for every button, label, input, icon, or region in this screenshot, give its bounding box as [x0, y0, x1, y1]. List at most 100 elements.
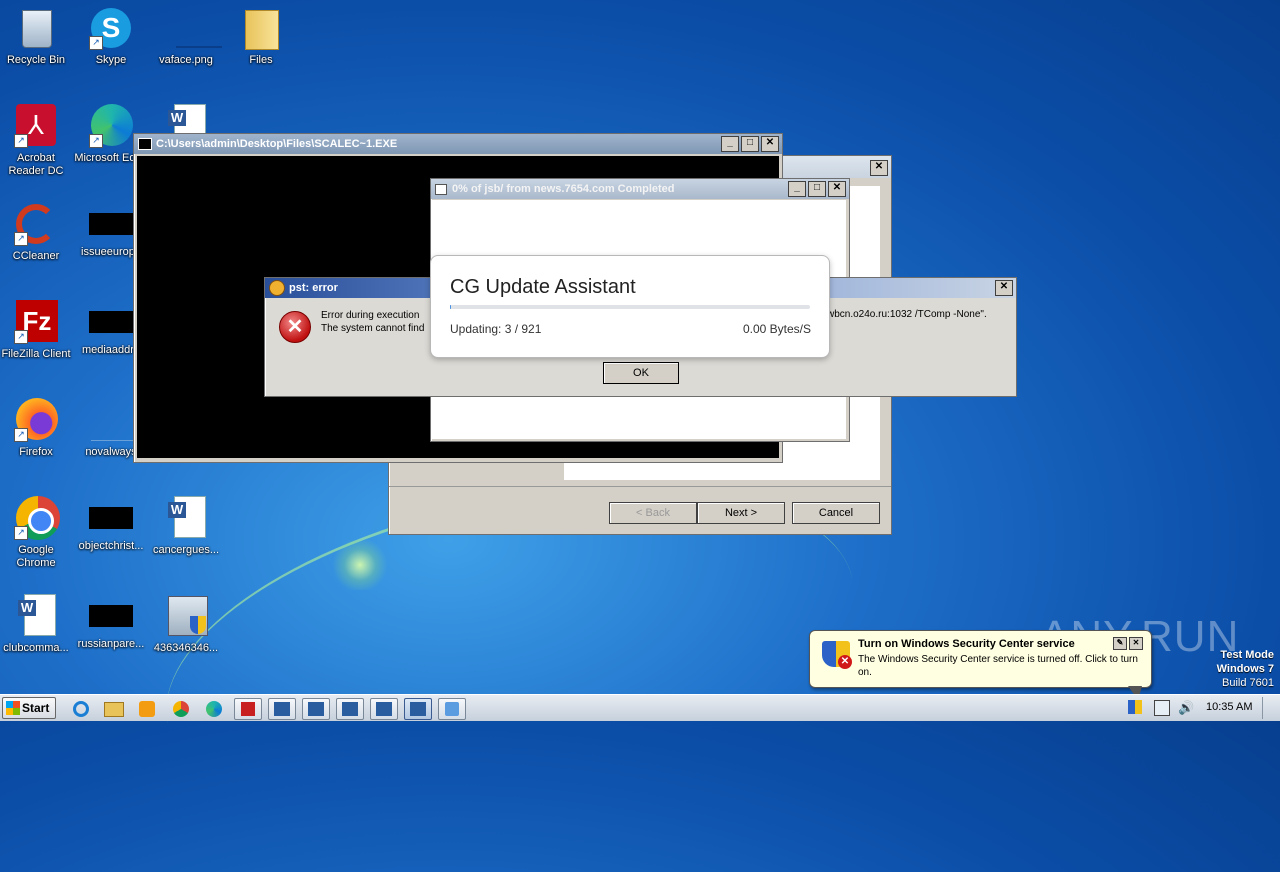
error-line-1: Error during execution [321, 310, 420, 321]
download-title: 0% of jsb/ from news.7654.com Completed [452, 183, 675, 195]
desktop-icon-clubcomma[interactable]: W clubcomma... [0, 594, 74, 655]
desktop-icon-label: novalways [85, 446, 137, 458]
explorer-icon[interactable] [101, 698, 127, 718]
maximize-button[interactable]: □ [808, 181, 826, 197]
console-titlebar: C:\Users\admin\Desktop\Files\SCALEC~1.EX… [134, 134, 782, 154]
console-app-icon [138, 138, 152, 150]
desktop-icon-firefox[interactable]: ↗ Firefox [0, 398, 74, 459]
update-status: Updating: 3 / 921 [450, 322, 542, 336]
desktop-icon-label: Files [249, 54, 273, 66]
volume-icon[interactable]: 🔊 [1178, 700, 1194, 716]
desktop-icon-files[interactable]: Files [223, 6, 299, 67]
notification-body: The Windows Security Center service is t… [858, 654, 1138, 678]
word-document-icon: W [14, 594, 58, 638]
ok-button[interactable]: OK [603, 362, 679, 384]
desktop-icon-chrome[interactable]: ↗ Google Chrome [0, 496, 74, 570]
acrobat-icon: ⅄ ↗ [14, 104, 58, 148]
desktop-icon-label: issueeurope [81, 246, 141, 258]
taskbar-app-window-3[interactable] [370, 698, 398, 720]
update-assistant-panel: CG Update Assistant Updating: 3 / 921 0.… [430, 255, 830, 358]
folder-icon [239, 6, 283, 50]
test-mode-label: Test Mode Windows 7 Build 7601 [1217, 648, 1274, 690]
edge-icon: ↗ [89, 104, 133, 148]
taskbar-app-window-1[interactable] [302, 698, 330, 720]
desktop-icon-label: Skype [95, 54, 127, 66]
security-notification[interactable]: ✕ Turn on Windows Security Center servic… [809, 630, 1152, 700]
build-text: Build 7601 [1222, 677, 1274, 689]
skype-icon: S ↗ [89, 6, 133, 50]
ccleaner-icon: ↗ [14, 202, 58, 246]
desktop-icon-recycle-bin[interactable]: Recycle Bin [0, 6, 74, 67]
firefox-icon: ↗ [14, 398, 58, 442]
chrome-icon: ↗ [14, 496, 60, 540]
filezilla-icon: Fz ↗ [14, 300, 58, 344]
app-icon [269, 280, 285, 296]
wallpaper-glow [330, 540, 390, 590]
installer-divider [389, 486, 891, 487]
desktop-icon-skype[interactable]: S ↗ Skype [73, 6, 149, 67]
next-button[interactable]: Next > [697, 502, 785, 524]
desktop-icon-ccleaner[interactable]: ↗ CCleaner [0, 202, 74, 263]
minimize-button[interactable]: _ [721, 136, 739, 152]
taskbar-app-window-2[interactable] [336, 698, 364, 720]
desktop-icon-label: mediaaddre [81, 344, 141, 356]
download-titlebar: 0% of jsb/ from news.7654.com Completed … [431, 179, 849, 199]
chrome-taskbar-icon[interactable] [168, 698, 194, 718]
recycle-bin-icon [14, 6, 58, 50]
ie-icon[interactable] [68, 698, 94, 718]
edge-taskbar-icon[interactable] [201, 698, 227, 718]
file-thumbnail [89, 213, 133, 235]
window-icon [435, 183, 447, 195]
file-thumbnail [89, 311, 133, 333]
os-name-text: Windows 7 [1216, 663, 1274, 675]
desktop-icon-cancergues[interactable]: W cancergues... [148, 496, 224, 557]
error-message-right: wbcn.o24o.ru:1032 /TComp -None". [827, 309, 987, 320]
desktop-icon-acrobat[interactable]: ⅄ ↗ Acrobat Reader DC [0, 104, 74, 178]
notification-options-button[interactable]: ✎ [1113, 637, 1127, 650]
media-player-icon[interactable] [134, 698, 160, 718]
taskbar: Start 🔊 10:35 AM [0, 694, 1280, 721]
action-center-flag-icon[interactable] [1128, 700, 1142, 714]
desktop-icon-filezilla[interactable]: Fz ↗ FileZilla Client [0, 300, 74, 361]
error-line-2: The system cannot find [321, 323, 425, 334]
close-button[interactable]: ✕ [828, 181, 846, 197]
maximize-button[interactable]: □ [741, 136, 759, 152]
desktop-icon-label: objectchrist... [78, 540, 144, 552]
desktop-icon-label: russianpare... [77, 638, 145, 650]
error-icon: ✕ [279, 311, 311, 343]
desktop-icon-russianpare[interactable]: russianpare... [73, 594, 149, 651]
taskbar-app-installer[interactable] [234, 698, 262, 720]
update-progress-track [450, 305, 810, 309]
desktop-icon-label: clubcomma... [3, 642, 69, 654]
console-title: C:\Users\admin\Desktop\Files\SCALEC~1.EX… [156, 138, 398, 150]
minimize-button[interactable]: _ [788, 181, 806, 197]
back-button[interactable]: < Back [609, 502, 697, 524]
desktop-icon-label: Firefox [19, 446, 53, 458]
taskbar-app-console[interactable] [268, 698, 296, 720]
start-button[interactable]: Start [2, 697, 56, 719]
close-button[interactable]: ✕ [761, 136, 779, 152]
desktop-icon-label: Google Chrome [16, 544, 56, 569]
network-icon[interactable] [1154, 700, 1170, 716]
desktop-icon-436346346[interactable]: 436346346... [148, 594, 224, 655]
show-desktop-button[interactable] [1262, 697, 1279, 719]
update-assistant-title: CG Update Assistant [450, 276, 636, 298]
clock[interactable]: 10:35 AM [1206, 701, 1252, 713]
warning-x-icon: ✕ [838, 655, 852, 669]
notification-title: Turn on Windows Security Center service [858, 638, 1075, 650]
start-label: Start [22, 701, 50, 715]
windows-logo-icon [6, 701, 20, 715]
desktop-icon-label: Acrobat Reader DC [8, 152, 64, 177]
file-thumbnail [89, 507, 133, 529]
taskbar-app-window-4[interactable] [438, 698, 466, 720]
cancel-button[interactable]: Cancel [792, 502, 880, 524]
error-message-left: Error during execution The system cannot… [321, 309, 424, 335]
desktop-icon-vaface[interactable]: vaface.png [148, 6, 224, 67]
close-button[interactable]: ✕ [995, 280, 1013, 296]
desktop-icon-objectchrist[interactable]: objectchrist... [73, 496, 149, 553]
notification-close-button[interactable]: ✕ [1129, 637, 1143, 650]
image-file-icon [164, 6, 222, 50]
taskbar-app-window-active[interactable] [404, 698, 432, 720]
file-thumbnail [89, 398, 133, 442]
installer-close-button[interactable]: ✕ [870, 160, 888, 176]
